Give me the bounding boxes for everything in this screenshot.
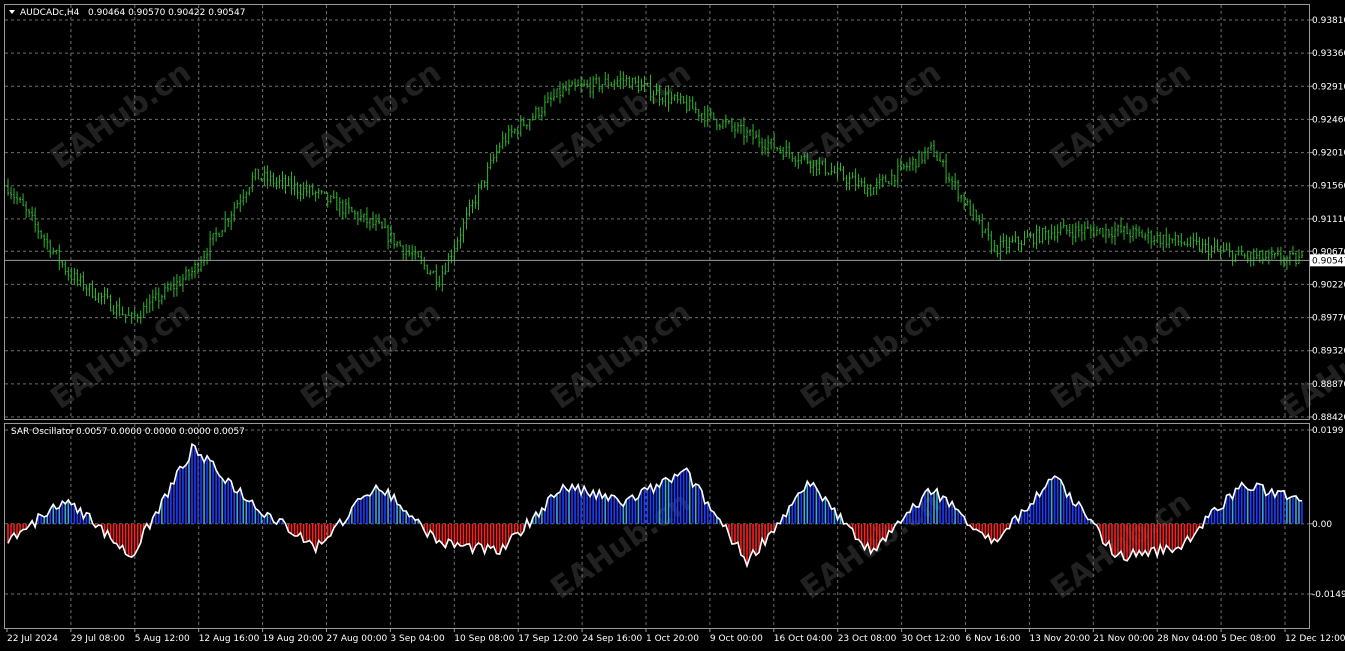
time-tick-label: 30 Oct 12:00 (902, 634, 961, 644)
watermark-text: EAHub.cn (45, 55, 198, 177)
price-tick-label: 0.91110 (1312, 215, 1345, 225)
time-tick-label: 13 Nov 20:00 (1029, 634, 1090, 644)
chart-window[interactable]: EAHub.cn EAHub.cn EAHub.cn EAHub.cn EAHub.cn… (0, 0, 1345, 651)
time-tick-label: 27 Aug 00:00 (327, 634, 388, 644)
oscillator-title: SAR Oscillator (11, 427, 75, 437)
osc-tick-label: 0.00 (1312, 520, 1332, 530)
current-price-label: 0.90547 (1312, 256, 1345, 266)
time-tick-label: 29 Jul 08:00 (71, 634, 125, 644)
watermark-text: EAHub.cn (1045, 295, 1198, 417)
symbol-label: AUDCADc,H4 (20, 8, 80, 18)
time-tick-label: 5 Dec 08:00 (1221, 634, 1276, 644)
time-tick-label: 12 Dec 12:00 (1285, 634, 1345, 644)
price-header: AUDCADc,H4 0.90464 0.90570 0.90422 0.905… (9, 8, 245, 18)
price-tick-label: 0.89320 (1312, 347, 1345, 357)
watermark-text: EAHub.cn (795, 295, 948, 417)
price-tick-label: 0.89770 (1312, 314, 1345, 324)
time-tick-label: 9 Oct 00:00 (710, 634, 763, 644)
watermark-text: EAHub.cn (545, 55, 698, 177)
price-tick-label: 0.92460 (1312, 115, 1345, 125)
collapse-triangle-icon[interactable] (9, 10, 15, 14)
watermark-text: EAHub.cn (1045, 55, 1198, 177)
price-tick-label: 0.88870 (1312, 380, 1345, 390)
time-tick-label: 3 Sep 04:00 (390, 634, 445, 644)
watermark-text: EAHub.cn (545, 295, 698, 417)
time-tick-label: 10 Sep 08:00 (454, 634, 514, 644)
oscillator-values: 0.0057 0.0000 0.0000 0.0000 0.0057 (76, 427, 245, 437)
time-tick-label: 24 Sep 16:00 (582, 634, 642, 644)
time-tick-label: 5 Aug 12:00 (135, 634, 190, 644)
time-axis: 22 Jul 2024 29 Jul 08:00 5 Aug 12:00 12 Aug… (6, 628, 1345, 644)
price-tick-label: 0.92910 (1312, 82, 1345, 92)
price-tick-label: 0.93810 (1312, 16, 1345, 26)
watermark-text: EAHub.cn (45, 295, 198, 417)
time-tick-label: 1 Oct 20:00 (646, 634, 699, 644)
time-tick-label: 22 Jul 2024 (7, 634, 58, 644)
oscillator-axis: 0.0199 0.00 -0.0149 (1309, 426, 1345, 600)
time-tick-label: 23 Oct 08:00 (838, 634, 897, 644)
time-tick-label: 28 Nov 04:00 (1157, 634, 1218, 644)
price-tick-label: 0.88420 (1312, 413, 1345, 423)
osc-tick-label: 0.0199 (1312, 426, 1344, 436)
time-tick-label: 12 Aug 16:00 (199, 634, 260, 644)
time-tick-label: 6 Nov 16:00 (966, 634, 1021, 644)
osc-tick-label: -0.0149 (1312, 590, 1345, 600)
ohlc-values: 0.90464 0.90570 0.90422 0.90547 (88, 8, 245, 18)
time-tick-label: 17 Sep 12:00 (518, 634, 578, 644)
price-tick-label: 0.90220 (1312, 280, 1345, 290)
watermark-text: EAHub.cn (295, 55, 448, 177)
price-tick-label: 0.91560 (1312, 182, 1345, 192)
current-price-tag: 0.90547 (1310, 254, 1345, 267)
oscillator-header: SAR Oscillator 0.0057 0.0000 0.0000 0.00… (11, 427, 245, 437)
time-tick-label: 21 Nov 00:00 (1093, 634, 1154, 644)
price-tick-label: 0.92010 (1312, 149, 1345, 159)
price-tick-label: 0.93360 (1312, 49, 1345, 59)
time-tick-label: 19 Aug 20:00 (263, 634, 324, 644)
watermark-text: EAHub.cn (295, 295, 448, 417)
time-tick-label: 16 Oct 04:00 (774, 634, 833, 644)
